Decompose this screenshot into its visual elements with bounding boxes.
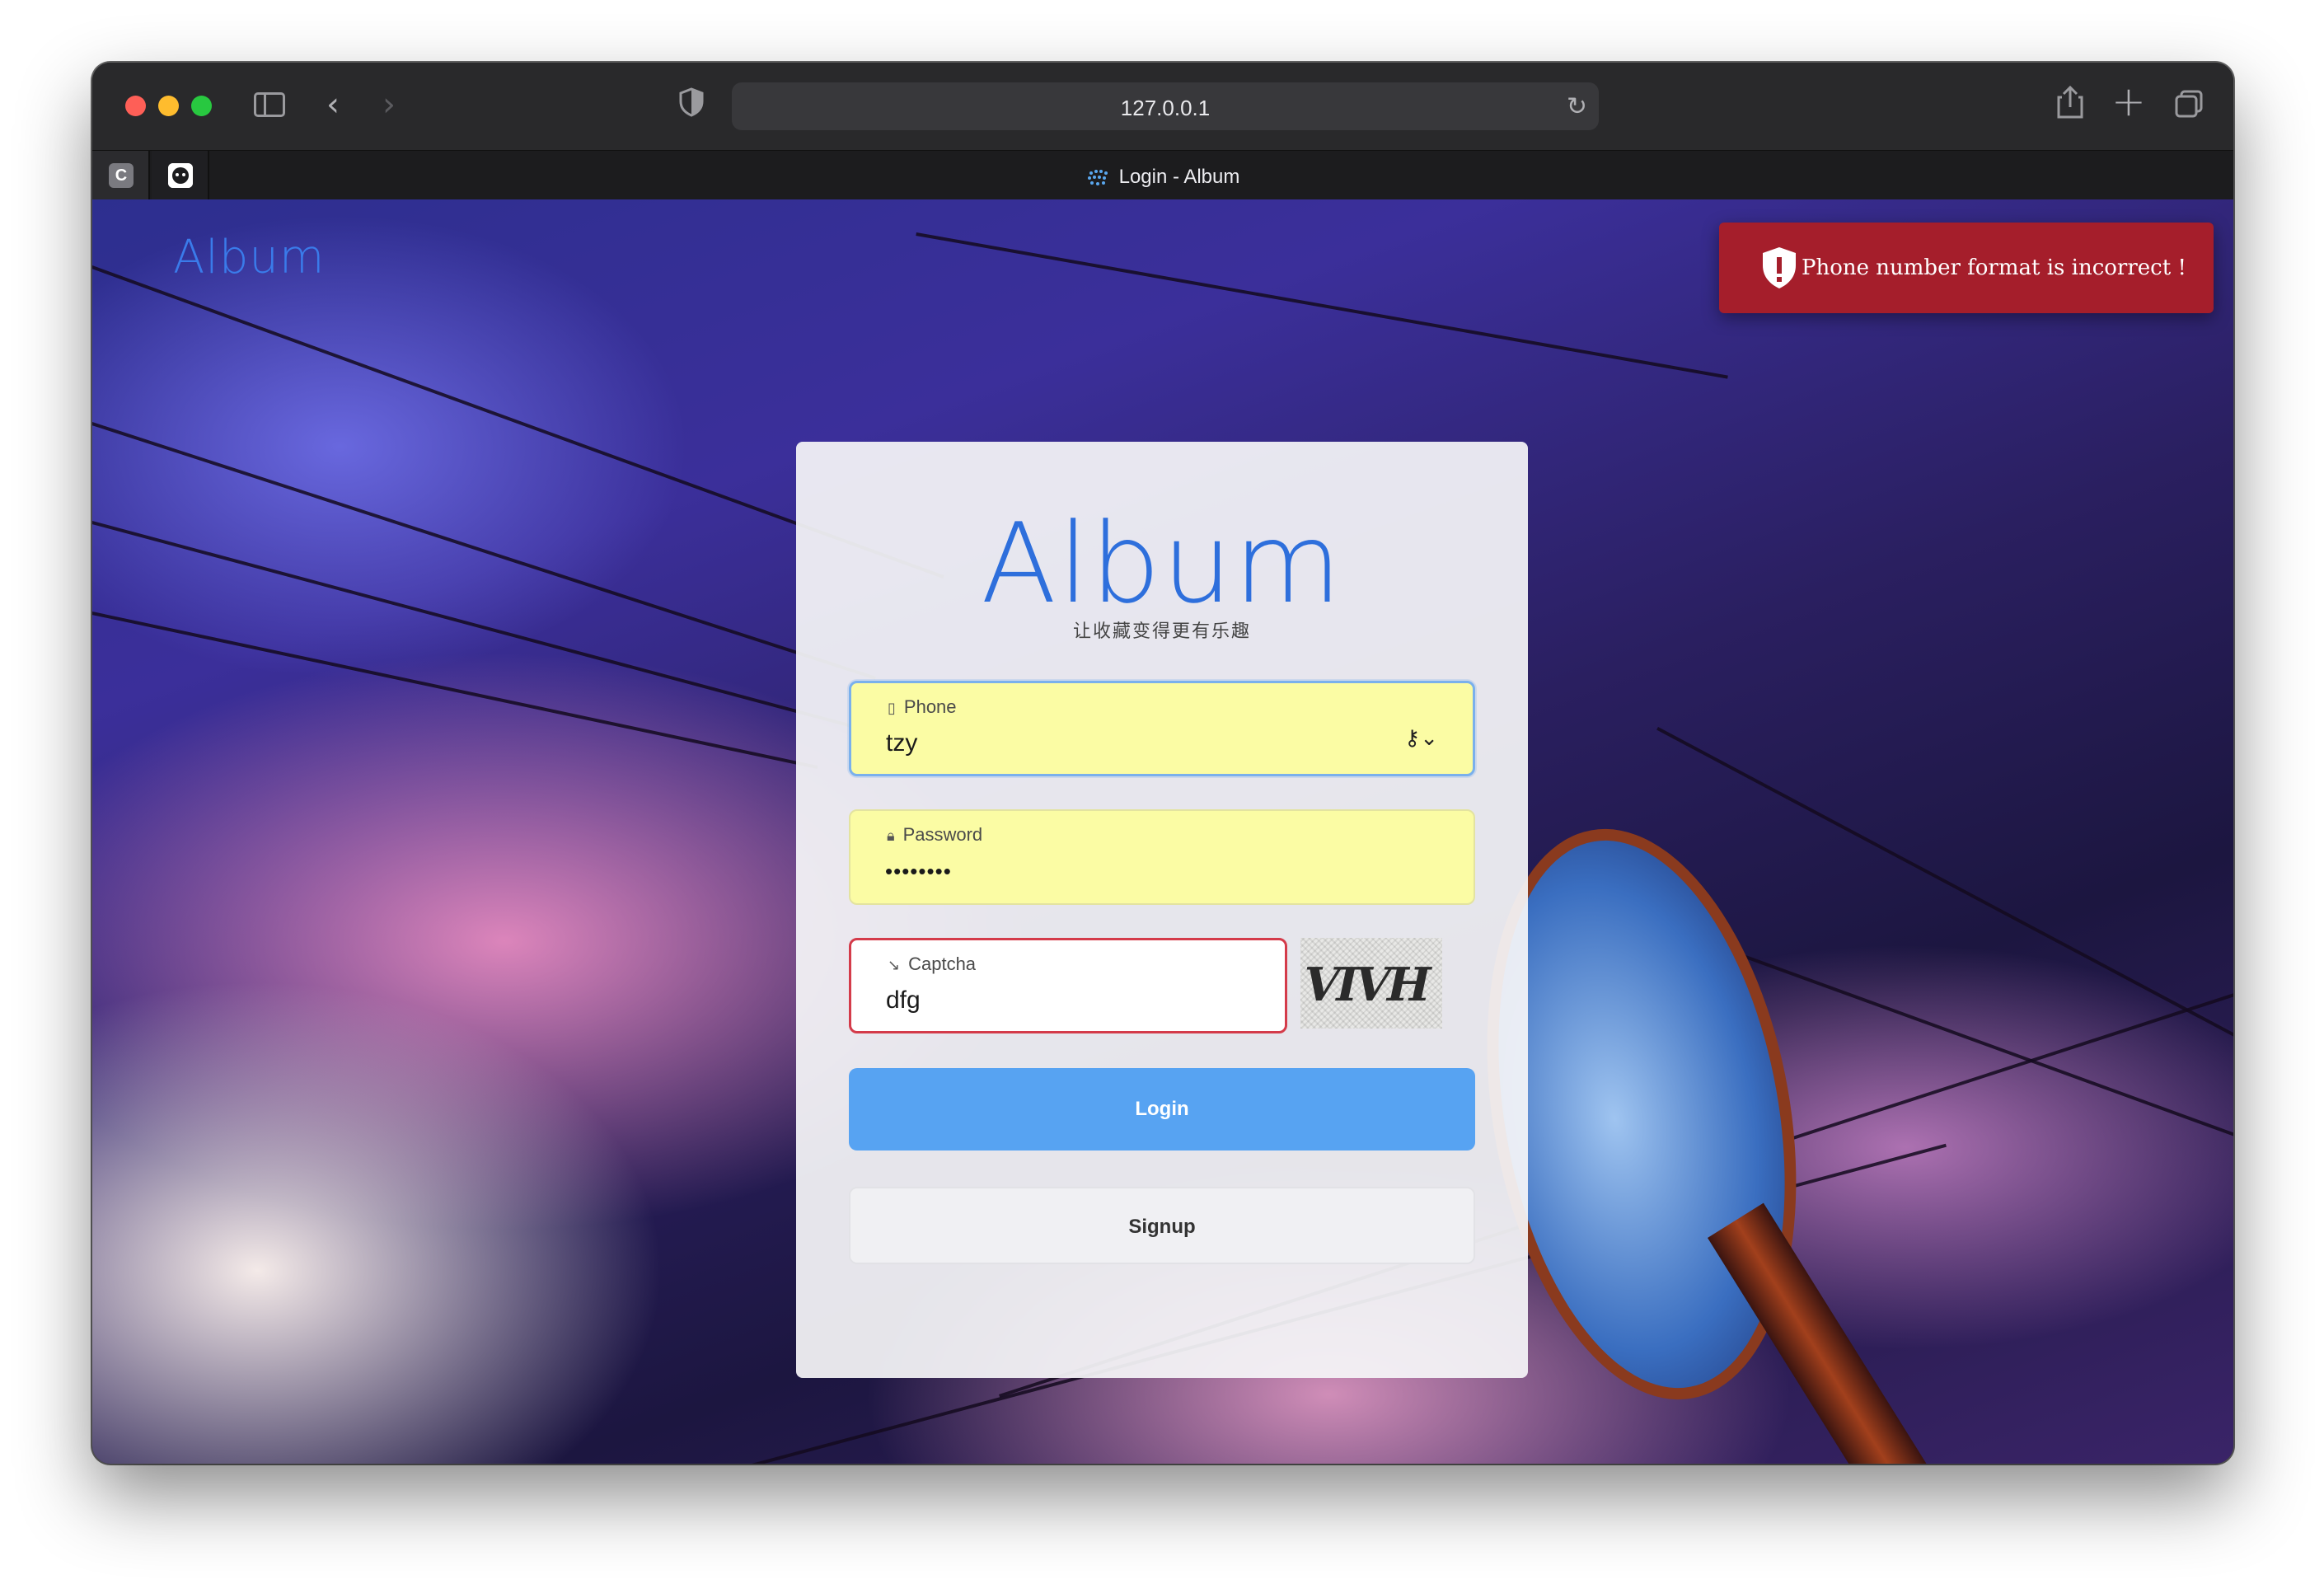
tab-overview-icon[interactable] (2174, 89, 2204, 119)
phone-label: ▯ Phone (888, 696, 957, 717)
error-toast: Phone number format is incorrect ! (1719, 223, 2214, 313)
album-favicon-icon (1086, 168, 1109, 188)
arrow-icon: ↘ (888, 957, 901, 974)
toast-message: Phone number format is incorrect ! (1802, 255, 2186, 280)
login-button[interactable]: Login (849, 1068, 1475, 1151)
reload-icon[interactable]: ↻ (1567, 92, 1587, 121)
zoom-window-button[interactable] (191, 96, 212, 116)
browser-window: ‹ › 127.0.0.1 ↻ + C Login - Album Album … (92, 63, 2233, 1464)
card-slogan: 让收藏变得更有乐趣 (1072, 621, 1251, 642)
share-icon[interactable] (2054, 84, 2087, 120)
lock-icon: 🔒︎ (887, 827, 895, 845)
phone-icon: ▯ (888, 700, 896, 717)
password-input[interactable]: •••••••• (885, 859, 952, 884)
captcha-image[interactable]: VIVH (1300, 938, 1442, 1029)
privacy-shield-icon[interactable] (679, 87, 704, 117)
background-wire (92, 422, 877, 680)
page-viewport: Album Phone number format is incorrect !… (92, 199, 2233, 1464)
login-card: Album 让收藏变得更有乐趣 ▯ Phone tzy ⚷⌄ 🔒︎ Password… (796, 442, 1528, 1378)
brand-logo[interactable]: Album (173, 231, 325, 284)
captcha-label: ↘ Captcha (888, 954, 977, 974)
card-logo: Album (981, 499, 1343, 628)
captcha-image-text: VIVH (1300, 958, 1434, 1012)
tab-bar: C Login - Album (92, 150, 2233, 200)
phone-input[interactable]: tzy (886, 729, 917, 757)
phone-field[interactable]: ▯ Phone tzy ⚷⌄ (849, 681, 1475, 776)
browser-toolbar: ‹ › 127.0.0.1 ↻ + (92, 63, 2233, 150)
password-key-icon[interactable]: ⚷⌄ (1404, 726, 1438, 751)
signup-button[interactable]: Signup (849, 1187, 1475, 1264)
forward-icon[interactable]: › (382, 86, 396, 124)
captcha-input[interactable]: dfg (886, 986, 921, 1015)
background-wire (916, 232, 1728, 379)
back-icon[interactable]: ‹ (326, 86, 340, 124)
address-bar[interactable]: 127.0.0.1 ↻ (732, 82, 1599, 130)
active-tab[interactable]: Login - Album (92, 166, 2233, 189)
tab-title: Login - Album (1118, 166, 1240, 188)
new-tab-icon[interactable]: + (2111, 77, 2146, 125)
sidebar-toggle-icon[interactable] (254, 92, 285, 117)
shield-warning-icon (1760, 246, 1798, 290)
close-window-button[interactable] (125, 96, 146, 116)
url-text: 127.0.0.1 (1120, 96, 1211, 120)
minimize-window-button[interactable] (158, 96, 179, 116)
background-wire (92, 612, 818, 770)
captcha-field[interactable]: ↘ Captcha dfg (849, 938, 1287, 1033)
password-field[interactable]: 🔒︎ Password •••••••• (849, 809, 1475, 905)
password-label: 🔒︎ Password (887, 824, 983, 845)
